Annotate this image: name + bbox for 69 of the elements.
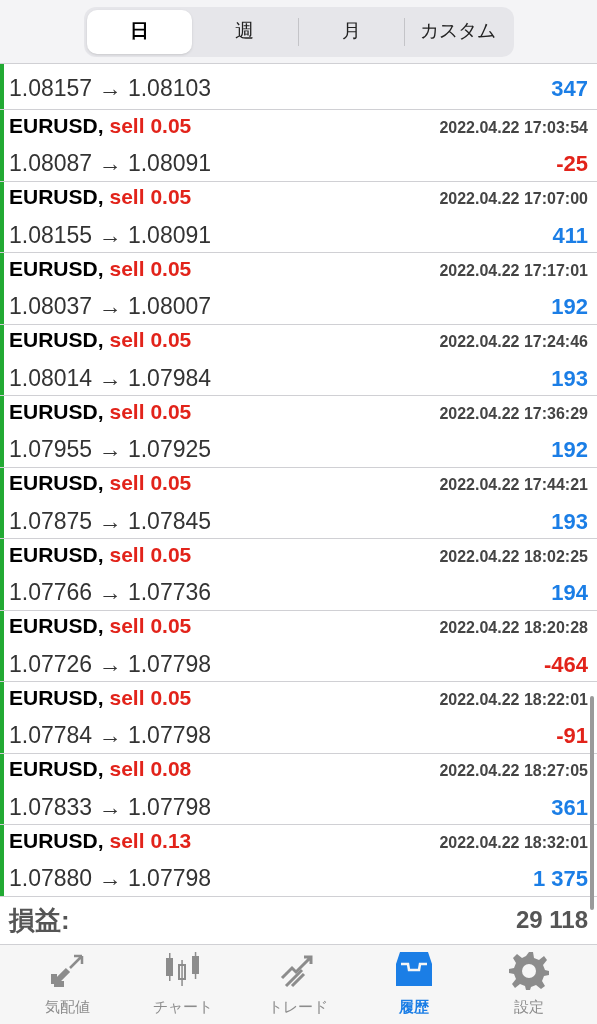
price-change: 1.08014 → 1.07984: [9, 363, 212, 393]
price-change: 1.08087 → 1.08091: [9, 149, 212, 179]
deal-time: 2022.04.22 18:22:01: [439, 689, 588, 710]
price-change: 1.07784 → 1.07798: [9, 721, 212, 751]
profit-total: 29 118: [515, 905, 588, 935]
deal-time: 2022.04.22 17:07:00: [439, 189, 588, 210]
trade-type: sell 0.05: [109, 327, 192, 354]
symbol: EURUSD,: [9, 684, 104, 711]
deal-time: 2022.04.22 18:32:01: [439, 832, 588, 853]
deal-profit: 347: [551, 75, 588, 104]
price-change: 1.07880 → 1.07798: [9, 864, 212, 894]
deal-profit: 193: [551, 364, 588, 393]
deal-profit: -25: [556, 150, 588, 179]
nav-tab[interactable]: 設定: [479, 950, 580, 1019]
nav-tab[interactable]: トレード: [248, 950, 349, 1019]
trade-type: sell 0.05: [109, 541, 192, 568]
price-change: 1.08157 → 1.08103: [9, 74, 212, 104]
price-change: 1.08037 → 1.08007: [9, 292, 212, 322]
nav-tab[interactable]: 履歴: [363, 950, 464, 1019]
price-change: 1.07766 → 1.07736: [9, 578, 212, 608]
deal-profit: 193: [551, 507, 588, 536]
symbol: EURUSD,: [9, 827, 104, 854]
deal-profit: 192: [551, 436, 588, 465]
deal-profit: -464: [543, 650, 588, 679]
deal-profit: 192: [551, 293, 588, 322]
deal-time: 2022.04.22 17:17:01: [439, 260, 588, 281]
symbol: EURUSD,: [9, 613, 104, 640]
deal-time: 2022.04.22 17:24:46: [439, 332, 588, 353]
symbol: EURUSD,: [9, 327, 104, 354]
symbol: EURUSD,: [9, 184, 104, 211]
trade-type: sell 0.05: [109, 255, 192, 282]
trade-type: sell 0.05: [109, 184, 192, 211]
trade-type: sell 0.05: [109, 470, 192, 497]
period-tab[interactable]: カスタム: [405, 9, 511, 54]
symbol: EURUSD,: [9, 112, 104, 139]
trade-type: sell 0.05: [109, 613, 192, 640]
symbol: EURUSD,: [9, 255, 104, 282]
price-change: 1.07955 → 1.07925: [9, 435, 212, 465]
deal-profit: 194: [551, 579, 588, 608]
deal-time: 2022.04.22 17:36:29: [439, 403, 588, 424]
deal-profit: -91: [556, 722, 588, 751]
deal-time: 2022.04.22 17:03:54: [439, 117, 588, 138]
price-change: 1.08155 → 1.08091: [9, 220, 212, 250]
settings-icon: [509, 950, 550, 990]
symbol: EURUSD,: [9, 470, 104, 497]
period-tab[interactable]: 日: [86, 9, 192, 54]
price-change: 1.07833 → 1.07798: [9, 792, 212, 822]
trade-type: sell 0.05: [109, 398, 192, 425]
profit-label: 損益:: [9, 903, 70, 937]
symbol: EURUSD,: [9, 398, 104, 425]
deal-time: 2022.04.22 18:20:28: [439, 618, 588, 639]
trade-type: sell 0.13: [109, 827, 192, 854]
period-tab[interactable]: 月: [298, 9, 404, 54]
deal-profit: 1 375: [532, 865, 588, 894]
trade-type: sell 0.08: [109, 756, 192, 783]
price-change: 1.07726 → 1.07798: [9, 649, 212, 679]
deal-time: 2022.04.22 18:02:25: [439, 546, 588, 567]
period-tab[interactable]: 週: [192, 9, 298, 54]
trade-type: sell 0.05: [109, 112, 192, 139]
symbol: EURUSD,: [9, 541, 104, 568]
nav-tab[interactable]: 気配値: [17, 950, 118, 1019]
deal-time: 2022.04.22 17:44:21: [439, 475, 588, 496]
nav-tab[interactable]: チャート: [133, 950, 234, 1019]
deal-time: 2022.04.22 18:27:05: [439, 761, 588, 782]
price-change: 1.07875 → 1.07845: [9, 506, 212, 536]
deal-profit: 411: [552, 221, 588, 250]
trade-type: sell 0.05: [109, 684, 192, 711]
deal-profit: 361: [551, 793, 588, 822]
symbol: EURUSD,: [9, 756, 104, 783]
